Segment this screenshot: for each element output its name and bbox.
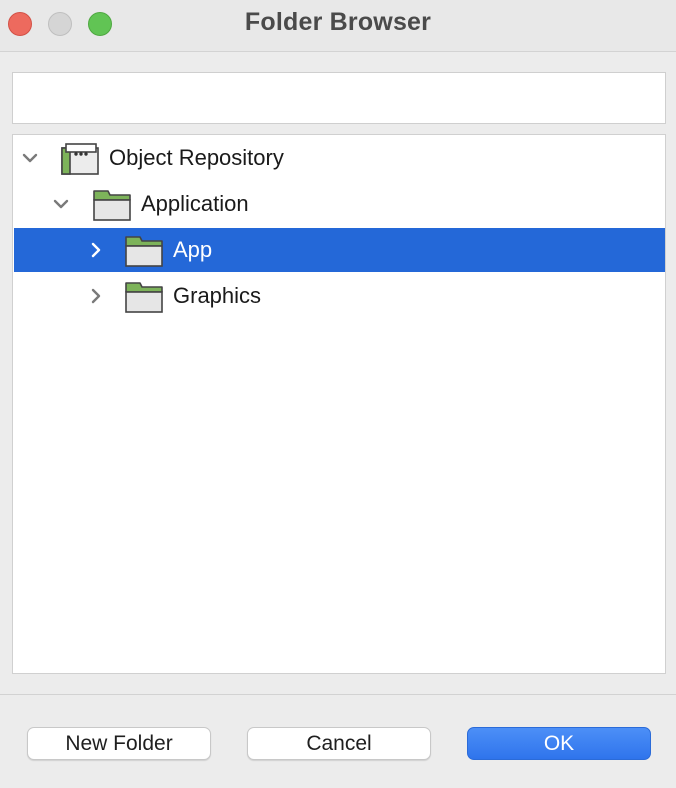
ok-button[interactable]: OK: [467, 727, 651, 760]
title-bar: Folder Browser: [0, 0, 676, 52]
chevron-down-icon[interactable]: [49, 192, 73, 216]
new-folder-button[interactable]: New Folder: [27, 727, 211, 760]
tree-row-label: App: [173, 237, 213, 262]
repository-icon: [61, 143, 99, 175]
tree-row-label: Object Repository: [109, 145, 284, 170]
folder-icon: [125, 236, 163, 267]
tree-row-label: Graphics: [173, 283, 262, 308]
folder-tree[interactable]: Object Repository Application App Graphi…: [12, 134, 666, 674]
folder-icon: [93, 190, 131, 221]
tree-row-app[interactable]: App: [14, 228, 665, 272]
tree-row-application[interactable]: Application: [14, 182, 665, 226]
tree-row-label: Application: [141, 191, 249, 216]
folder-icon: [125, 282, 163, 313]
tree-row-graphics[interactable]: Graphics: [14, 274, 665, 318]
chevron-down-icon[interactable]: [18, 146, 42, 170]
window-title: Folder Browser: [244, 8, 432, 36]
path-input[interactable]: [12, 72, 666, 124]
chevron-right-icon[interactable]: [84, 238, 108, 262]
tree-row-object-repository[interactable]: Object Repository: [14, 136, 665, 180]
cancel-button[interactable]: Cancel: [247, 727, 431, 760]
chevron-right-icon[interactable]: [84, 284, 108, 308]
